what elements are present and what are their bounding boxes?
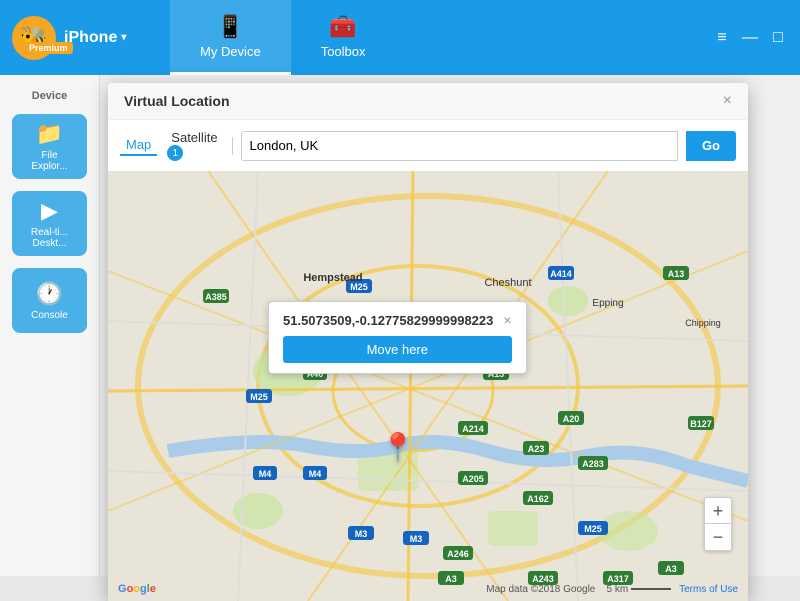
console-icon: 🕐 (36, 281, 63, 307)
popup-close-icon[interactable]: × (503, 312, 511, 328)
device-title[interactable]: iPhone ▾ (64, 29, 126, 47)
go-button[interactable]: Go (686, 131, 736, 161)
main-area: Device 📁 FileExplor... ▶ Real-ti...Deskt… (0, 75, 800, 576)
svg-text:A283: A283 (582, 459, 604, 469)
sidebar-device-label: Device (27, 90, 72, 102)
virtual-location-dialog: Virtual Location × Map Satellite 1 Go (108, 83, 748, 601)
dialog-header: Virtual Location × (108, 83, 748, 120)
dialog-close-button[interactable]: × (723, 93, 732, 109)
device-dropdown-arrow: ▾ (121, 32, 126, 43)
zoom-in-button[interactable]: + (705, 498, 731, 524)
sidebar-item-file-label: FileExplor... (31, 150, 67, 172)
terms-link[interactable]: Terms of Use (674, 584, 738, 595)
file-explorer-icon: 📁 (36, 121, 63, 147)
svg-text:A214: A214 (462, 424, 484, 434)
map-data-label: Map data ©2018 Google 5 km (486, 584, 631, 595)
location-search-input[interactable] (241, 131, 678, 161)
google-logo: Google (118, 583, 156, 595)
svg-text:A162: A162 (527, 494, 549, 504)
map-area[interactable]: A385 M25 A414 A13 A40 A13 (108, 171, 748, 601)
premium-badge: Premium (24, 42, 73, 54)
zoom-controls: + − (704, 497, 732, 551)
location-popup: 51.5073509,-0.12775829999998223 × Move h… (268, 301, 527, 374)
sidebar: Device 📁 FileExplor... ▶ Real-ti...Deskt… (0, 75, 100, 576)
toolbar-divider (232, 137, 233, 155)
window-controls: ≡ — □ (700, 0, 800, 75)
svg-text:A13: A13 (668, 269, 685, 279)
main-nav: 📱 My Device 🧰 Toolbox (170, 0, 700, 75)
svg-text:M25: M25 (250, 392, 268, 402)
svg-text:A385: A385 (205, 292, 227, 302)
map-svg: A385 M25 A414 A13 A40 A13 (108, 171, 748, 601)
minimize-icon[interactable]: — (740, 28, 760, 48)
sidebar-item-console-label: Console (31, 310, 68, 321)
move-here-button[interactable]: Move here (283, 336, 512, 363)
nav-toolbox-label: Toolbox (321, 44, 366, 59)
svg-text:A205: A205 (462, 474, 484, 484)
sidebar-item-realtime-label: Real-ti...Deskt... (31, 227, 68, 249)
popup-coordinates: 51.5073509,-0.12775829999998223 (283, 313, 493, 328)
map-toolbar: Map Satellite 1 Go (108, 120, 748, 171)
dialog-container: Virtual Location × Map Satellite 1 Go (100, 75, 800, 576)
svg-text:Hempstead: Hempstead (303, 272, 362, 284)
svg-text:A414: A414 (550, 269, 572, 279)
realtime-icon: ▶ (41, 198, 58, 224)
app-logo: 🐝 Premium (12, 16, 56, 60)
svg-text:M25: M25 (584, 524, 602, 534)
svg-text:M4: M4 (309, 469, 322, 479)
svg-text:M3: M3 (355, 529, 368, 539)
tab-satellite[interactable]: Satellite 1 (165, 128, 223, 163)
sidebar-item-console[interactable]: 🕐 Console (12, 268, 87, 333)
svg-text:A23: A23 (528, 444, 545, 454)
scale-bar (631, 588, 671, 590)
svg-text:A246: A246 (447, 549, 469, 559)
sidebar-item-file-explorer[interactable]: 📁 FileExplor... (12, 114, 87, 179)
svg-text:Epping: Epping (592, 298, 623, 309)
toolbox-icon: 🧰 (329, 14, 356, 40)
nav-toolbox[interactable]: 🧰 Toolbox (291, 0, 396, 75)
tab-map[interactable]: Map (120, 135, 157, 156)
svg-text:A3: A3 (665, 564, 677, 574)
logo-area: 🐝 Premium iPhone ▾ (0, 0, 170, 75)
map-pin: 📍 (381, 431, 416, 464)
map-footer-right: Map data ©2018 Google 5 km Terms of Use (486, 584, 738, 595)
sidebar-item-realtime[interactable]: ▶ Real-ti...Deskt... (12, 191, 87, 256)
my-device-icon: 📱 (217, 14, 244, 40)
map-footer-left: Google (118, 583, 156, 595)
svg-text:M3: M3 (410, 534, 423, 544)
svg-text:Chipping: Chipping (685, 318, 721, 328)
hamburger-icon[interactable]: ≡ (712, 28, 732, 48)
svg-text:M4: M4 (259, 469, 272, 479)
svg-text:B127: B127 (690, 419, 712, 429)
svg-text:Cheshunt: Cheshunt (484, 277, 531, 289)
nav-my-device-label: My Device (200, 44, 261, 59)
satellite-badge: 1 (167, 145, 183, 161)
popup-header: 51.5073509,-0.12775829999998223 × (283, 312, 512, 328)
nav-my-device[interactable]: 📱 My Device (170, 0, 291, 75)
svg-text:A20: A20 (563, 414, 580, 424)
app-header: 🐝 Premium iPhone ▾ 📱 My Device 🧰 Toolbox… (0, 0, 800, 75)
maximize-icon[interactable]: □ (768, 28, 788, 48)
zoom-out-button[interactable]: − (705, 524, 731, 550)
dialog-title: Virtual Location (124, 93, 230, 109)
